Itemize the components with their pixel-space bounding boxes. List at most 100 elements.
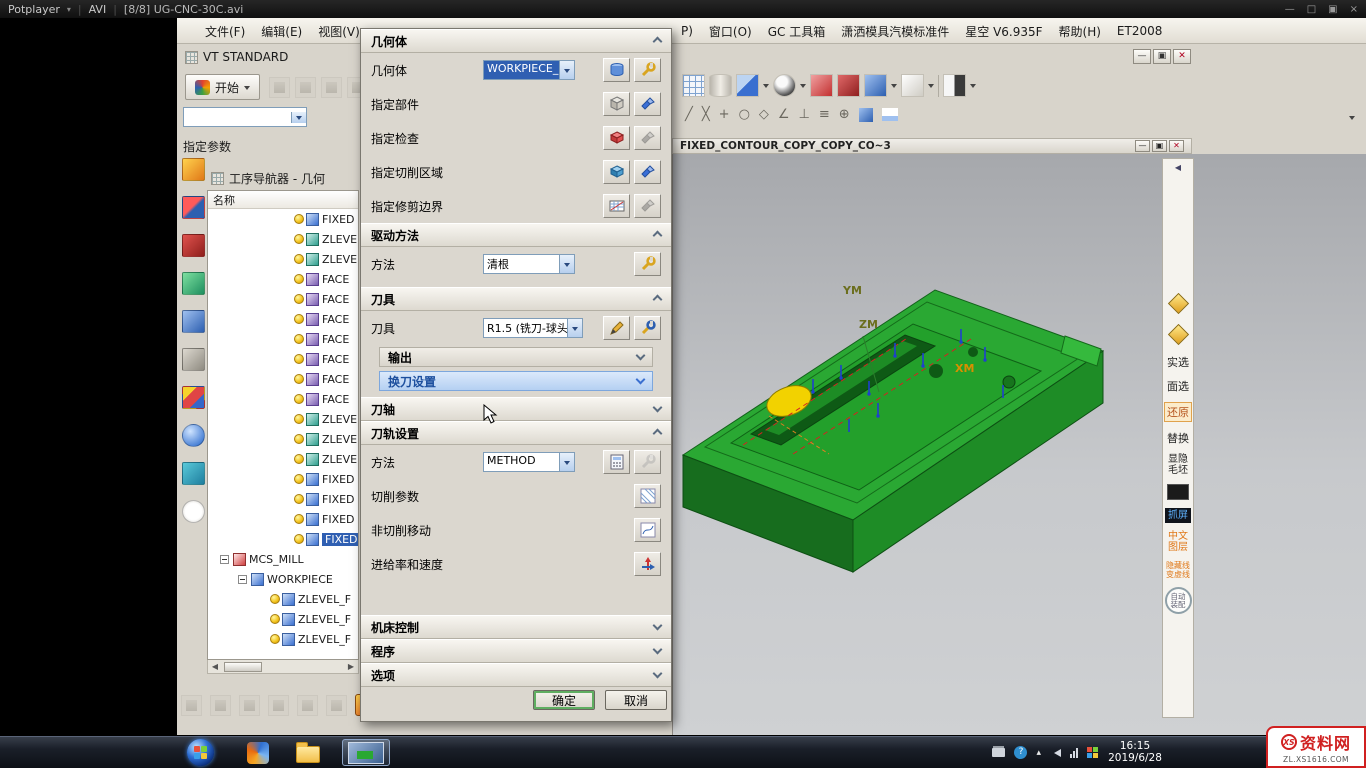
- player-maximize-button[interactable]: □: [1307, 4, 1316, 15]
- combo-dropdown-button[interactable]: [559, 453, 574, 471]
- selection-filter-combo[interactable]: [183, 107, 307, 127]
- name-column-header[interactable]: 名称: [208, 191, 358, 209]
- select-trim-button[interactable]: [603, 194, 630, 218]
- player-close-button[interactable]: ×: [1350, 4, 1358, 15]
- printer-tray-icon[interactable]: [992, 748, 1005, 757]
- side-tool-button[interactable]: 替换: [1164, 430, 1192, 446]
- player-minimize-button[interactable]: —: [1285, 4, 1295, 15]
- player-app-name[interactable]: Potplayer: [8, 3, 60, 16]
- create-operation-icon[interactable]: [182, 158, 205, 181]
- expand-chevron-icon[interactable]: [653, 644, 663, 654]
- information-icon[interactable]: [182, 424, 205, 447]
- cylinder-view-icon[interactable]: [709, 74, 732, 97]
- expand-toggle-icon[interactable]: [238, 575, 247, 584]
- geometry-combo[interactable]: WORKPIECE_1: [483, 60, 575, 80]
- section-options[interactable]: 选项: [361, 663, 671, 687]
- tree-item[interactable]: FIXED: [208, 209, 358, 229]
- section-drive-method[interactable]: 驱动方法: [361, 223, 671, 247]
- edit-drive-method-button[interactable]: [634, 252, 661, 276]
- select-cut-area-button[interactable]: [603, 160, 630, 184]
- save-icon[interactable]: [321, 77, 342, 98]
- tree-item[interactable]: FACE: [208, 309, 358, 329]
- scrollbar-thumb[interactable]: [224, 662, 262, 672]
- scroll-right-icon[interactable]: ▶: [344, 662, 358, 671]
- side-tool-button[interactable]: 抓屏: [1165, 508, 1191, 523]
- section-geometry[interactable]: 几何体: [361, 29, 671, 53]
- snap-line-icon[interactable]: ╱: [685, 107, 693, 122]
- network-icon[interactable]: [1070, 747, 1078, 758]
- menu-item[interactable]: P): [673, 24, 701, 38]
- taskbar-clock[interactable]: 16:15 2019/6/28: [1102, 740, 1168, 764]
- snap-circle-icon[interactable]: ○: [739, 107, 750, 122]
- tree-item[interactable]: ZLEVEL: [208, 449, 358, 469]
- snap-cross-icon[interactable]: ╳: [702, 107, 710, 122]
- path-method-combo[interactable]: METHOD: [483, 452, 575, 472]
- integration-icon[interactable]: [182, 348, 205, 371]
- section-tool[interactable]: 刀具: [361, 287, 671, 311]
- collapse-chevron-icon[interactable]: [653, 428, 663, 438]
- snap-midpoint-icon[interactable]: +: [719, 107, 730, 122]
- side-tool-button[interactable]: 实选: [1164, 354, 1192, 370]
- side-tool-button[interactable]: [1164, 292, 1192, 315]
- tree-item[interactable]: ZLEVEL: [208, 429, 358, 449]
- highlight-part-button[interactable]: [634, 92, 661, 116]
- snap-angle-icon[interactable]: ∠: [778, 107, 790, 122]
- child-minimize-button[interactable]: —: [1133, 49, 1151, 64]
- ok-button[interactable]: 确定: [533, 690, 595, 710]
- edit-tool-button[interactable]: [634, 316, 661, 340]
- player-restore-button[interactable]: ▣: [1328, 4, 1337, 15]
- highlight-cut-area-button[interactable]: [634, 160, 661, 184]
- side-tool-button[interactable]: 自动装配: [1165, 587, 1192, 614]
- cutting-params-button[interactable]: [634, 484, 661, 508]
- graphics-viewport[interactable]: YM ZM XM: [672, 154, 1366, 735]
- expand-chevron-icon[interactable]: [636, 350, 646, 360]
- feeds-speeds-button[interactable]: [634, 552, 661, 576]
- section-tool-axis[interactable]: 刀轴: [361, 397, 671, 421]
- tree-item[interactable]: FACE: [208, 289, 358, 309]
- chevron-down-icon[interactable]: [763, 84, 769, 91]
- section-view-icon[interactable]: [943, 74, 966, 97]
- side-tool-button[interactable]: 隐藏线变虚线: [1164, 561, 1192, 579]
- start-orb-button[interactable]: [187, 739, 214, 766]
- action-center-flag-icon[interactable]: [1087, 747, 1098, 758]
- cancel-button[interactable]: 取消: [605, 690, 667, 710]
- render-style-sphere-icon[interactable]: [773, 74, 796, 97]
- viewport-titlebar[interactable]: FIXED_CONTOUR_COPY_COPY_CO~3 — ▣ ✕: [672, 138, 1192, 154]
- tree-item[interactable]: ZLEVEL: [208, 409, 358, 429]
- new-geometry-button[interactable]: [603, 58, 630, 82]
- side-tool-button[interactable]: 中文图层: [1164, 531, 1192, 553]
- snap-center-icon[interactable]: ⊕: [839, 107, 850, 122]
- section-program[interactable]: 程序: [361, 639, 671, 663]
- tree-item[interactable]: FACE: [208, 369, 358, 389]
- tree-item[interactable]: ZLEVEL: [208, 249, 358, 269]
- child-restore-button[interactable]: ▣: [1153, 49, 1171, 64]
- snap-diamond-icon[interactable]: ◇: [759, 107, 769, 122]
- help-tray-icon[interactable]: ?: [1014, 746, 1027, 759]
- menu-item[interactable]: 文件(F): [197, 23, 253, 40]
- rotate-icon[interactable]: [297, 695, 318, 716]
- select-check-button[interactable]: [603, 126, 630, 150]
- combo-dropdown-button[interactable]: [567, 319, 582, 337]
- analysis-icon[interactable]: [182, 462, 205, 485]
- expand-chevron-icon[interactable]: [653, 620, 663, 630]
- taskbar-nx-button[interactable]: [240, 739, 276, 766]
- chevron-down-icon[interactable]: [891, 84, 897, 91]
- section-machine-control[interactable]: 机床控制: [361, 615, 671, 639]
- tree-item[interactable]: FIXED: [208, 529, 358, 549]
- new-file-icon[interactable]: [269, 77, 290, 98]
- collapse-chevron-icon[interactable]: [653, 230, 663, 240]
- viewport-close-button[interactable]: ✕: [1169, 140, 1184, 152]
- chevron-down-icon[interactable]: [928, 84, 934, 91]
- tree-item[interactable]: FACE: [208, 269, 358, 289]
- tree-item[interactable]: WORKPIECE: [208, 569, 358, 589]
- viewport-restore-button[interactable]: ▣: [1152, 140, 1167, 152]
- menu-item[interactable]: 星空 V6.935F: [957, 23, 1050, 40]
- history-clock-icon[interactable]: [182, 500, 205, 523]
- tree-item[interactable]: ZLEVEL: [208, 229, 358, 249]
- taskbar-folder-button[interactable]: [290, 739, 326, 766]
- combo-dropdown-button[interactable]: [559, 255, 574, 273]
- blue-block-icon[interactable]: [864, 74, 887, 97]
- collapse-panel-icon[interactable]: ◀: [1175, 163, 1181, 172]
- grid-display-icon[interactable]: [682, 74, 705, 97]
- volume-icon[interactable]: [1050, 749, 1061, 757]
